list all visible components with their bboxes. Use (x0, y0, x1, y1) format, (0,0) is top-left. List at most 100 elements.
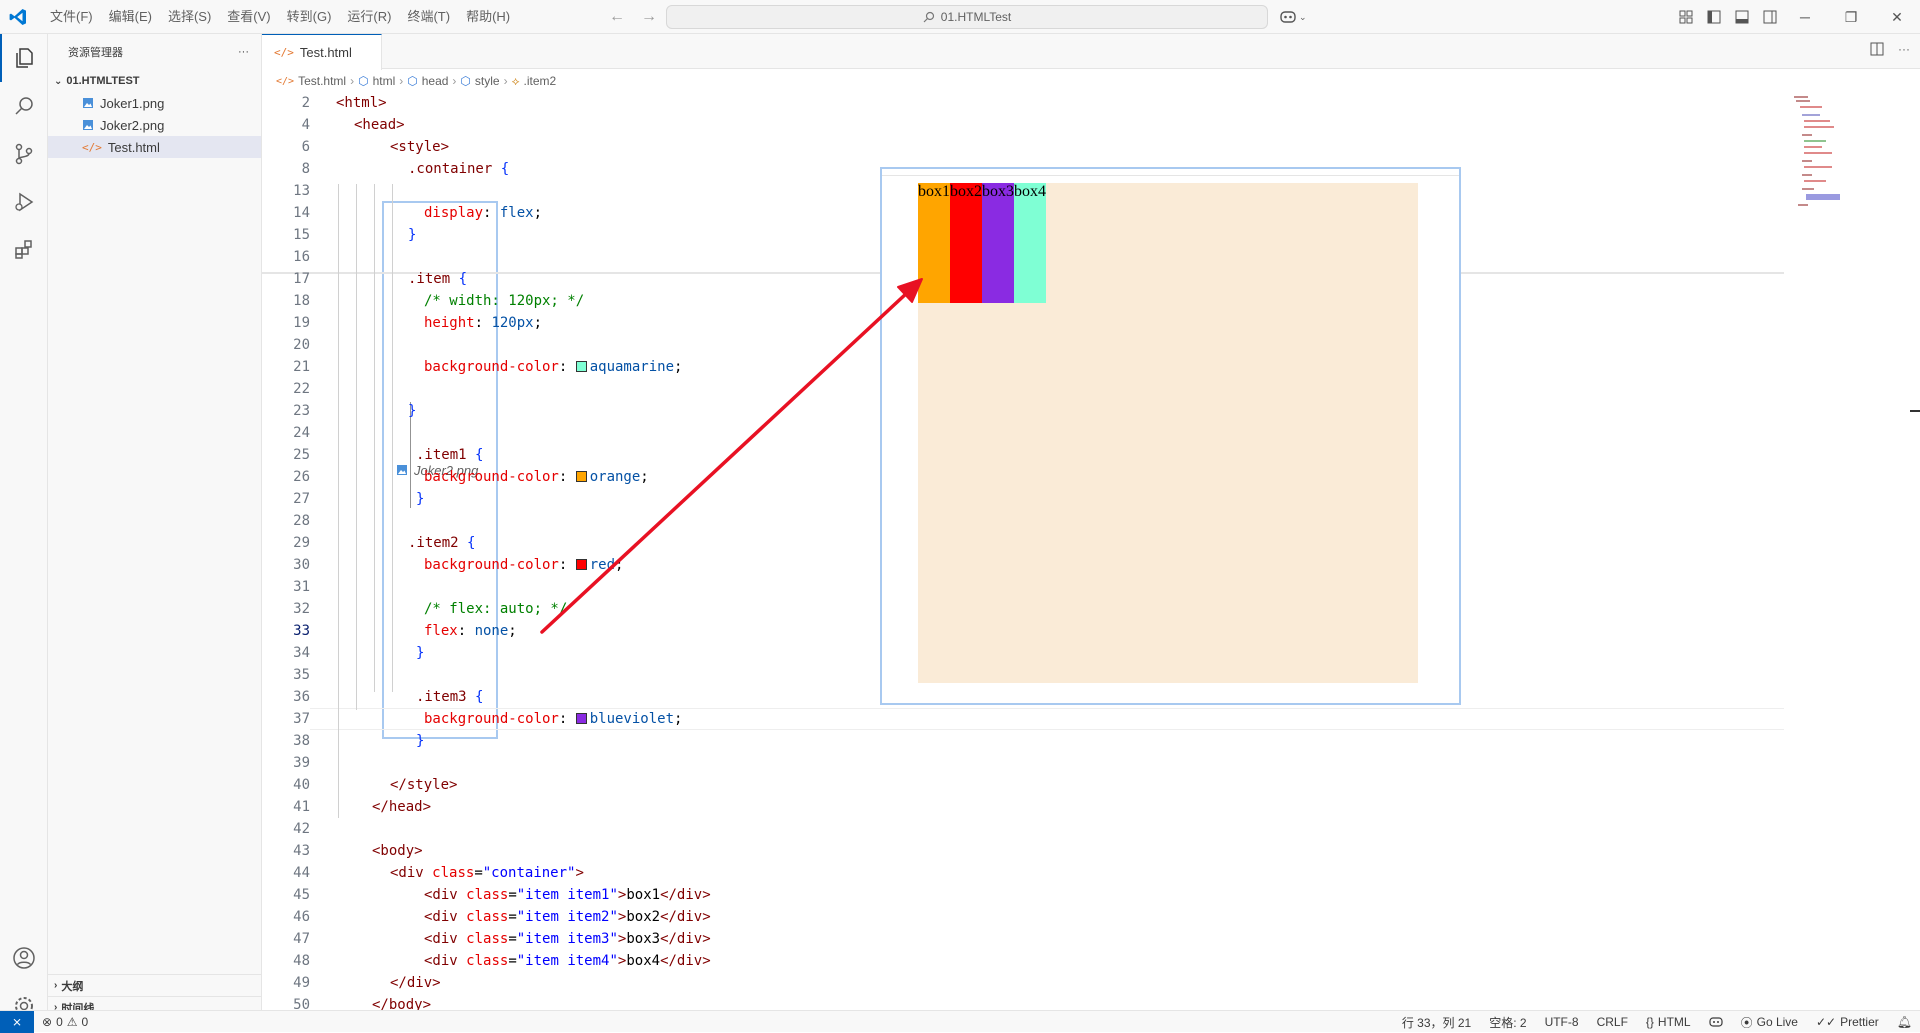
code-line: 49 </div> (293, 975, 441, 991)
code-line: 39 (293, 755, 310, 771)
customize-layout-icon[interactable] (1676, 7, 1696, 27)
code-line: 44 <div class="container"> (293, 865, 584, 881)
image-file-icon (83, 98, 93, 108)
language-mode[interactable]: {} HTML (1646, 1015, 1691, 1029)
code-line: 43 <body> (293, 843, 423, 859)
double-check-icon: ✓✓ (1815, 1015, 1837, 1029)
editor-tabs: </> Test.html Joker2.png ··· (262, 34, 1920, 739)
menu-run[interactable]: 运行(R) (339, 0, 399, 34)
copilot-status-icon[interactable] (1708, 1016, 1723, 1028)
split-editor-icon[interactable] (1870, 42, 1884, 61)
element-icon: ⬡ (407, 74, 418, 88)
tab-label: Test.html (299, 45, 352, 60)
layout-controls (1676, 7, 1780, 27)
breadcrumb: </> Test.html › ⬡ html › ⬡ head › ⬡ styl… (262, 70, 556, 92)
indentation[interactable]: 空格: 2 (1489, 1014, 1526, 1031)
search-icon[interactable] (0, 82, 48, 130)
preview-box4: box4 (1014, 183, 1046, 303)
menu-edit[interactable]: 编辑(E) (101, 0, 160, 34)
menu-go[interactable]: 转到(G) (279, 0, 340, 34)
search-icon (923, 11, 934, 23)
breadcrumb-item[interactable]: style (475, 74, 500, 88)
go-live-button[interactable]: ⦿ Go Live (1741, 1014, 1798, 1031)
breadcrumb-item[interactable]: html (373, 74, 396, 88)
color-swatch[interactable] (575, 713, 587, 724)
notifications-bell-icon[interactable]: 🔔︎ (1897, 1015, 1912, 1029)
command-center-search[interactable]: 01.HTMLTest (666, 5, 1268, 29)
color-swatch[interactable] (575, 471, 587, 482)
file-item-test-html[interactable]: </> Test.html (48, 136, 261, 158)
window-controls: ─ ❐ ✕ (1782, 0, 1920, 34)
code-line: 6 <style> (301, 139, 450, 155)
chevron-right-icon: › (350, 74, 355, 88)
html-file-icon: </> (276, 75, 295, 87)
cursor-position[interactable]: 行 33，列 21 (1402, 1014, 1471, 1031)
explorer-icon[interactable] (0, 34, 48, 82)
code-line: 40 </style> (293, 777, 458, 793)
forward-arrow-icon[interactable]: → (638, 6, 660, 28)
copilot-menu-button[interactable]: ⌄ (1279, 7, 1311, 27)
breadcrumb-item[interactable]: head (422, 74, 449, 88)
color-swatch[interactable] (575, 361, 587, 372)
toggle-sidebar-icon[interactable] (1704, 7, 1724, 27)
remote-indicator-icon[interactable]: ⨯ (0, 1011, 34, 1033)
line-endings[interactable]: CRLF (1597, 1015, 1628, 1029)
breadcrumb-item[interactable]: .item2 (524, 74, 557, 88)
broadcast-icon: ⦿ (1740, 1015, 1753, 1030)
more-actions-icon[interactable]: ··· (238, 46, 249, 58)
menu-view[interactable]: 查看(V) (219, 0, 278, 34)
breadcrumb-item[interactable]: Test.html (298, 74, 346, 88)
explorer-sidebar: 资源管理器 ··· ⌄ 01.HTMLTEST Joker1.png Joker… (48, 34, 262, 1015)
outline-section[interactable]: › 大纲 (48, 974, 262, 996)
tab-test-html[interactable]: </> Test.html (262, 34, 382, 70)
back-arrow-icon[interactable]: ← (606, 6, 628, 28)
close-icon[interactable]: ✕ (1874, 0, 1920, 34)
toggle-panel-icon[interactable] (1732, 7, 1752, 27)
folder-label: 01.HTMLTEST (66, 75, 140, 87)
run-debug-icon[interactable] (0, 178, 48, 226)
encoding[interactable]: UTF-8 (1545, 1015, 1579, 1029)
menu-selection[interactable]: 选择(S) (160, 0, 219, 34)
toggle-secondary-sidebar-icon[interactable] (1760, 7, 1780, 27)
problems-indicator[interactable]: ⊗ 0 ⚠ 0 (42, 1011, 88, 1033)
prettier-button[interactable]: ✓✓ Prettier (1816, 1015, 1879, 1029)
code-line: 37 background-color: blueviolet; (293, 711, 683, 727)
preview-box1: box1 (918, 183, 950, 303)
folder-root[interactable]: ⌄ 01.HTMLTEST (48, 70, 261, 92)
status-bar: ⨯ ⊗ 0 ⚠ 0 行 33，列 21 空格: 2 UTF-8 CRLF {} H… (0, 1010, 1920, 1033)
extensions-icon[interactable] (0, 226, 48, 274)
activity-bar: 1 (0, 34, 48, 1024)
code-line: 47 <div class="item item3">box3</div> (293, 931, 711, 947)
minimize-icon[interactable]: ─ (1782, 0, 1828, 34)
chevron-right-icon: › (399, 74, 404, 88)
color-swatch[interactable] (575, 559, 587, 570)
file-item-joker1[interactable]: Joker1.png (48, 92, 261, 114)
minimap[interactable] (1788, 92, 1920, 1010)
more-actions-icon[interactable]: ··· (1898, 42, 1910, 61)
file-item-joker2[interactable]: Joker2.png (48, 114, 261, 136)
editor-actions: ··· (1870, 42, 1910, 61)
code-line: 41 </head> (293, 799, 432, 815)
error-icon: ⊗ (42, 1015, 53, 1029)
restore-icon[interactable]: ❐ (1828, 0, 1874, 34)
outline-label: 大纲 (61, 980, 84, 993)
menu-help[interactable]: 帮助(H) (458, 0, 518, 34)
flex-container-preview: box1 box2 box3 box4 (918, 183, 1418, 683)
warning-icon: ⚠ (66, 1015, 78, 1029)
chevron-down-icon: ⌄ (1299, 11, 1307, 22)
warning-count: 0 (81, 1015, 89, 1029)
code-line: 48 <div class="item item4">box4</div> (293, 953, 711, 969)
menu-terminal[interactable]: 终端(T) (399, 0, 458, 34)
menu-file[interactable]: 文件(F) (42, 0, 101, 34)
file-label: Test.html (107, 139, 160, 155)
code-line: 38} (293, 733, 425, 749)
minimap-preview (1794, 96, 1840, 206)
menu-bar: 文件(F) 编辑(E) 选择(S) 查看(V) 转到(G) 运行(R) 终端(T… (42, 0, 518, 34)
file-label: Joker1.png (100, 95, 165, 111)
code-line: 42 (293, 821, 310, 837)
code-line: 2 <html> (301, 95, 387, 111)
accounts-icon[interactable] (0, 934, 48, 982)
error-count: 0 (56, 1015, 63, 1029)
selector-icon: ⟡ (511, 73, 520, 88)
source-control-icon[interactable] (0, 130, 48, 178)
